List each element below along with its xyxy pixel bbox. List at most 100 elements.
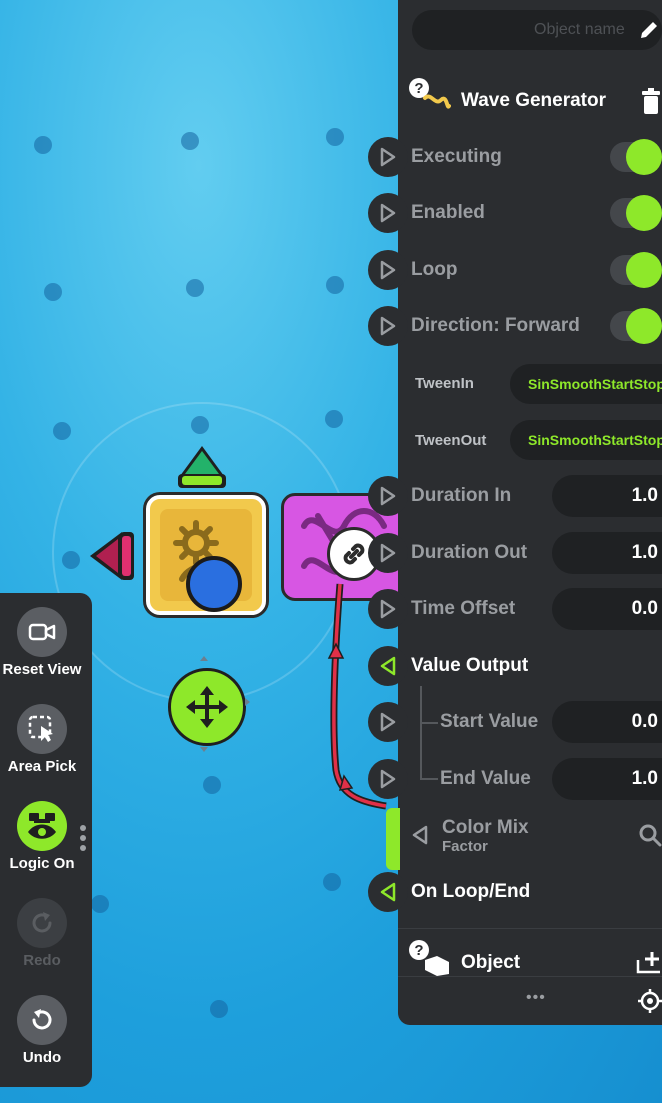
panel-bottom-bar: ••• [398,976,662,1026]
color-mix-sub-label: Factor [442,838,488,855]
direction-toggle[interactable] [610,308,662,344]
port-arrow-right-icon [380,599,396,619]
loop-label: Loop [411,259,458,280]
up-handle-icon[interactable] [174,442,230,492]
port-arrow-right-icon [380,543,396,563]
left-handle-icon[interactable] [88,528,138,584]
enabled-toggle[interactable] [610,195,662,231]
grid-dot [210,1000,228,1018]
start-value-port[interactable] [368,702,408,742]
color-mix-label: Color Mix [442,817,529,838]
redo-icon [32,912,52,933]
logic-eye-icon [28,813,56,839]
search-icon[interactable] [638,823,662,847]
time-offset-label: Time Offset [411,598,516,619]
undo-label: Undo [22,1049,62,1066]
duration-in-label: Duration In [411,485,512,506]
grid-dot [203,776,221,794]
svg-text:?: ? [414,942,423,959]
logic-on-label: Logic On [9,855,75,872]
value-output-port[interactable] [368,646,408,686]
undo-button[interactable]: Undo [0,995,84,1066]
duration-out-port[interactable] [368,533,408,573]
object-help-icon[interactable]: ? [407,938,451,976]
grid-dot [326,276,344,294]
enabled-port[interactable] [368,193,408,233]
camera-icon [28,623,56,641]
end-value-port[interactable] [368,759,408,799]
time-offset-port[interactable] [368,589,408,629]
redo-label: Redo [23,952,61,969]
duration-out-input[interactable]: 1.0 [552,532,662,574]
value-output-label: Value Output [411,655,529,676]
undo-icon [32,1009,52,1030]
move-hint-arrows-icon [200,656,250,752]
port-arrow-right-icon [380,486,396,506]
add-icon[interactable] [636,950,662,974]
logic-on-circle [17,801,67,851]
grid-dot [53,422,71,440]
svg-text:?: ? [414,80,423,97]
section-divider [398,928,662,929]
tween-in-select[interactable]: SinSmoothStartStop [510,364,662,404]
tree-line [420,722,438,780]
link-icon [343,543,365,565]
executing-toggle[interactable] [610,139,662,175]
port-arrow-right-icon [380,712,396,732]
executing-label: Executing [411,146,502,167]
start-value-input[interactable]: 0.0 [552,701,662,743]
pencil-icon[interactable] [638,19,660,41]
redo-circle [17,898,67,948]
object-name-input[interactable]: Object name [412,10,662,50]
undo-circle [17,995,67,1045]
on-loop-end-label: On Loop/End [411,881,531,902]
port-arrow-left-icon [380,882,396,902]
logic-on-button[interactable]: Logic On [0,801,84,872]
tween-in-label: TweenIn [415,375,474,392]
grid-dot [325,410,343,428]
loop-port[interactable] [368,250,408,290]
color-mix-port[interactable] [400,815,440,855]
crosshair-icon[interactable] [638,989,662,1013]
port-arrow-right-icon [380,316,396,336]
port-arrow-right-icon [380,147,396,167]
node-output-knob[interactable] [186,556,242,612]
duration-out-label: Duration Out [411,542,528,563]
color-mix-connection-indicator [386,808,400,870]
redo-button[interactable]: Redo [0,898,84,969]
direction-port[interactable] [368,306,408,346]
tween-out-select[interactable]: SinSmoothStartStop [510,420,662,460]
tween-out-label: TweenOut [415,432,487,449]
grid-dot [44,283,62,301]
reset-view-circle [17,607,67,657]
more-options-button[interactable]: ••• [526,989,546,1007]
end-value-input[interactable]: 1.0 [552,758,662,800]
side-toolbar: Reset View Area Pick Logic On Redo Undo [0,593,92,1087]
reset-view-button[interactable]: Reset View [0,607,84,678]
duration-in-input[interactable]: 1.0 [552,475,662,517]
end-value-label: End Value [440,768,531,789]
port-arrow-left-icon [412,825,428,845]
grid-dot [326,128,344,146]
executing-port[interactable] [368,137,408,177]
grid-dot [186,279,204,297]
area-pick-button[interactable]: Area Pick [0,704,84,775]
start-value-label: Start Value [440,711,539,732]
port-arrow-left-icon [380,656,396,676]
time-offset-input[interactable]: 0.0 [552,588,662,630]
loop-toggle[interactable] [610,252,662,288]
reset-view-label: Reset View [2,661,82,678]
port-arrow-right-icon [380,203,396,223]
grid-dot [323,873,341,891]
port-arrow-right-icon [380,769,396,789]
trash-icon[interactable] [640,88,662,114]
area-pick-circle [17,704,67,754]
port-arrow-right-icon [380,260,396,280]
node-title: Wave Generator [461,90,607,111]
help-icon[interactable]: ? [407,76,451,120]
toolbar-more-handle[interactable] [80,825,86,855]
object-section-label: Object [461,952,521,973]
grid-dot [181,132,199,150]
on-loop-end-port[interactable] [368,872,408,912]
duration-in-port[interactable] [368,476,408,516]
